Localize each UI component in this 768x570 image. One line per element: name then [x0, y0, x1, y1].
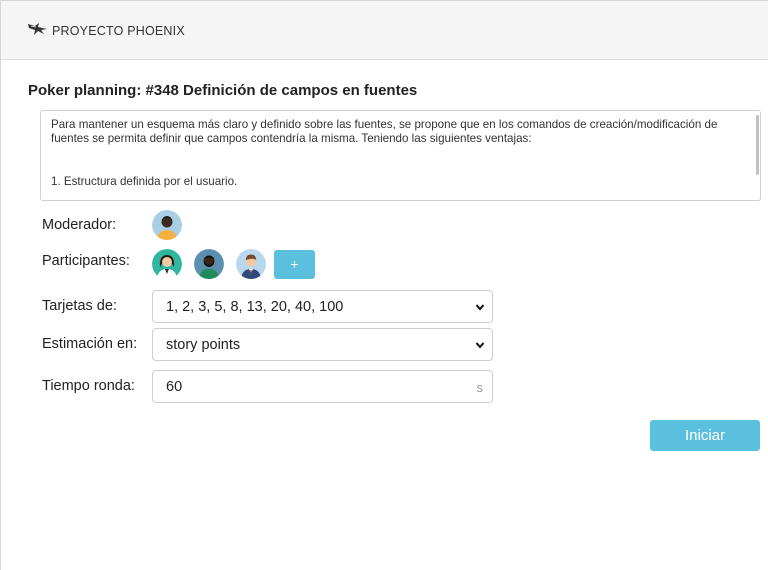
participant-avatar[interactable] [194, 249, 224, 279]
phoenix-bird-icon [28, 23, 47, 35]
user-avatar-icon [152, 210, 182, 240]
chevron-down-icon [475, 342, 485, 349]
page-title: Poker planning: #348 Definición de campo… [28, 82, 418, 99]
description-list-item: 1. Estructura definida por el usuario. [51, 175, 238, 188]
man-avatar-icon [194, 249, 224, 279]
cards-select[interactable]: 1, 2, 3, 5, 8, 13, 20, 40, 100 [152, 290, 493, 323]
cards-value: 1, 2, 3, 5, 8, 13, 20, 40, 100 [166, 299, 344, 315]
moderator-avatar[interactable] [152, 210, 182, 240]
estimation-value: story points [166, 337, 241, 353]
participants-label: Participantes: [42, 253, 130, 269]
issue-description[interactable]: Para mantener un esquema más claro y def… [40, 110, 761, 201]
estimation-label: Estimación en: [42, 336, 138, 352]
participant-avatar[interactable] [236, 249, 266, 279]
round-time-input[interactable]: 60 s [152, 370, 493, 403]
brand-name[interactable]: PROYECTO PHOENIX [52, 24, 185, 38]
moderator-label: Moderador: [42, 217, 117, 233]
round-time-value: 60 [166, 379, 183, 395]
description-text: Para mantener un esquema más claro y def… [51, 118, 718, 145]
woman-avatar-icon [152, 249, 182, 279]
app-header: PROYECTO PHOENIX [1, 1, 768, 60]
round-time-label: Tiempo ronda: [42, 378, 135, 394]
businessman-avatar-icon [236, 249, 266, 279]
cards-label: Tarjetas de: [42, 298, 117, 314]
participant-avatar[interactable] [152, 249, 182, 279]
round-time-unit: s [476, 380, 484, 395]
chevron-down-icon [475, 304, 485, 311]
description-scrollbar[interactable] [756, 115, 759, 175]
add-participant-button[interactable]: + [274, 250, 315, 279]
estimation-select[interactable]: story points [152, 328, 493, 361]
start-button[interactable]: Iniciar [650, 420, 760, 451]
